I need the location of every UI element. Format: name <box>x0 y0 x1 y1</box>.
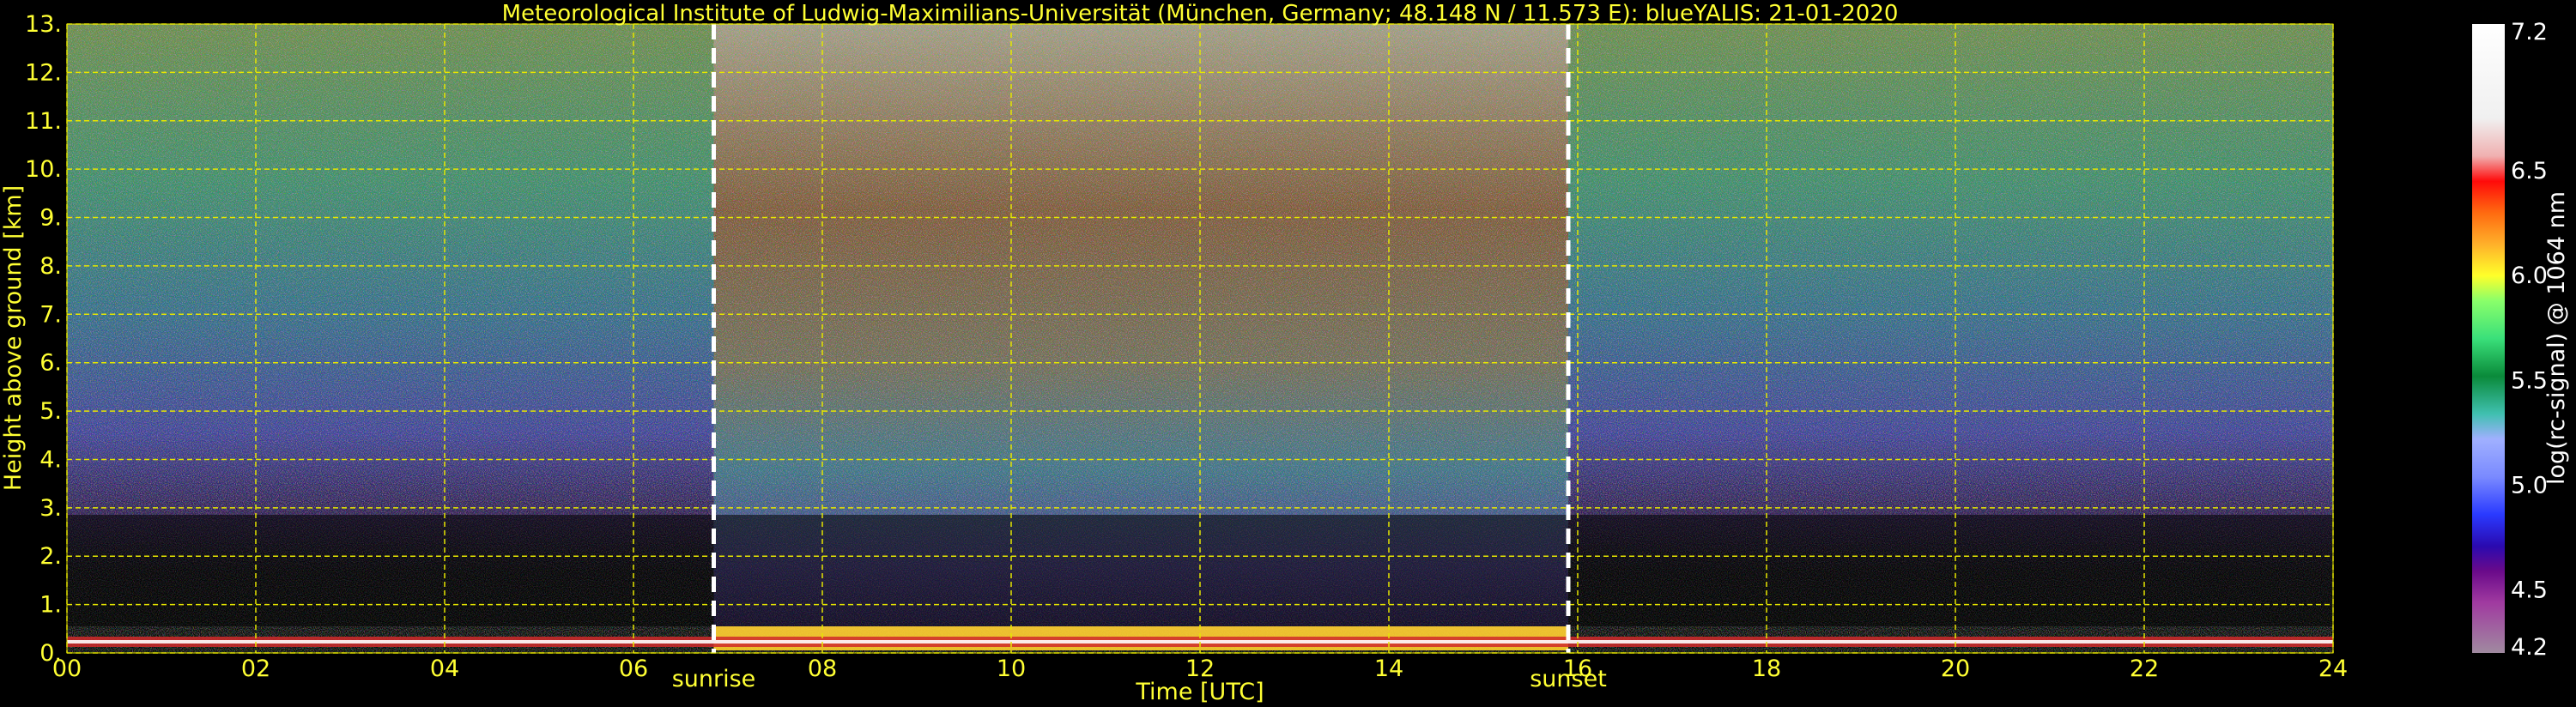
x-tick-label: 04 <box>430 656 459 682</box>
lidar-chart: 0.1.2.3.4.5.6.7.8.9.10.11.12.13. 00 02 04 0… <box>0 1 2570 705</box>
colorbar-tick-label: 5.5 <box>2511 367 2548 394</box>
y-tick-label: 7. <box>39 301 62 328</box>
colorbar-tick-label: 4.5 <box>2511 577 2548 604</box>
x-tick-label: 08 <box>808 656 837 682</box>
colorbar: 7.2 6.5 6.0 5.5 5.0 4.5 4.2 log(rc-signal) @ 1… <box>2472 19 2570 661</box>
colorbar-tick-label: 6.5 <box>2511 158 2548 184</box>
colorbar-tick-label: 7.2 <box>2511 19 2548 45</box>
y-tick-labels: 0.1.2.3.4.5.6.7.8.9.10.11.12.13. <box>25 11 62 667</box>
y-tick-label: 6. <box>39 350 62 377</box>
y-tick-label: 3. <box>39 495 62 522</box>
y-tick-label: 10. <box>25 156 62 183</box>
x-tick-label: 00 <box>52 656 82 682</box>
y-tick-label: 9. <box>39 205 62 232</box>
y-tick-label: 13. <box>25 11 62 38</box>
colorbar-tick-label: 4.2 <box>2511 634 2548 661</box>
colorbar-tick-labels: 7.2 6.5 6.0 5.5 5.0 4.5 4.2 <box>2511 19 2548 661</box>
x-tick-label: 02 <box>241 656 270 682</box>
sunset-label: sunset <box>1530 666 1607 692</box>
y-tick-label: 8. <box>39 253 62 280</box>
colorbar-label: log(rc-signal) @ 1064 nm <box>2543 191 2570 485</box>
colorbar-tick-label: 6.0 <box>2511 263 2548 289</box>
y-tick-label: 11. <box>25 108 62 135</box>
x-tick-label: 20 <box>1941 656 1970 682</box>
colorbar-gradient <box>2472 24 2505 653</box>
sunrise-label: sunrise <box>672 666 756 692</box>
x-tick-label: 22 <box>2130 656 2159 682</box>
x-tick-label: 14 <box>1374 656 1403 682</box>
x-tick-label: 10 <box>997 656 1026 682</box>
y-tick-label: 1. <box>39 592 62 619</box>
y-tick-label: 5. <box>39 398 62 425</box>
x-tick-label: 06 <box>619 656 648 682</box>
x-tick-label: 18 <box>1752 656 1781 682</box>
chart-title: Meteorological Institute of Ludwig-Maxim… <box>502 1 1899 27</box>
colorbar-tick-label: 5.0 <box>2511 473 2548 499</box>
plot-area <box>66 23 2334 654</box>
x-tick-label: 24 <box>2318 656 2348 682</box>
y-tick-label: 4. <box>39 446 62 473</box>
y-axis-label: Height above ground [km] <box>0 185 27 491</box>
y-tick-label: 12. <box>25 59 62 86</box>
x-axis-label: Time [UTC] <box>1135 679 1264 705</box>
y-tick-label: 2. <box>39 543 62 570</box>
